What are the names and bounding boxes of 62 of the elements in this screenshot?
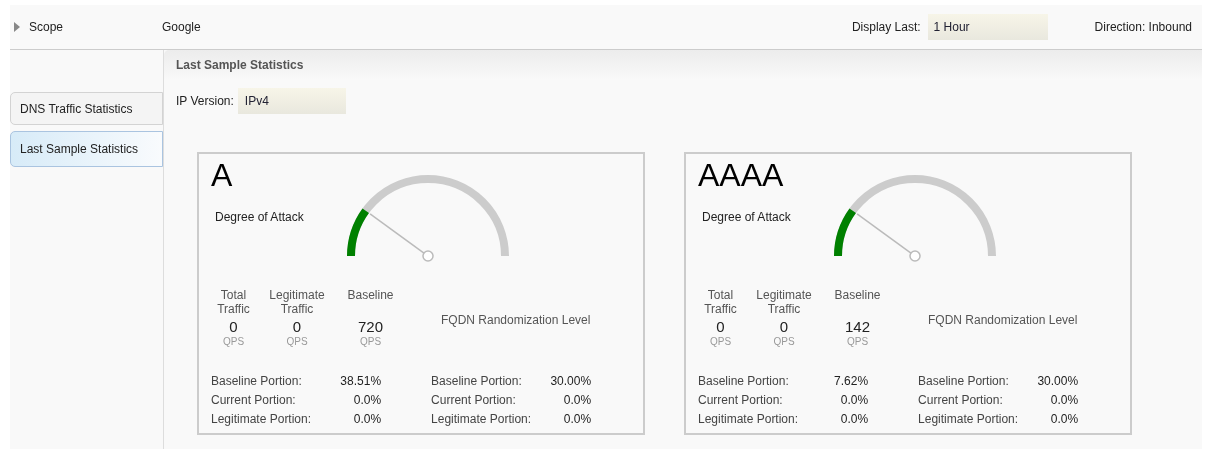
stat-unit: QPS — [286, 336, 308, 348]
stat-value: 142 — [845, 318, 870, 336]
stat-unit: QPS — [773, 336, 795, 348]
stat-label: Baseline — [833, 288, 882, 304]
stat-value: 0 — [229, 318, 238, 336]
portion-label: Legitimate Portion: — [211, 411, 312, 428]
display-last-label: Display Last: — [851, 19, 921, 36]
portion-value: 0.0% — [352, 411, 382, 428]
portion-label: Legitimate Portion: — [918, 411, 1019, 428]
portion-value: 38.51% — [339, 373, 382, 390]
record-type-title: A — [211, 156, 234, 194]
direction-label: Direction: Inbound — [1094, 19, 1192, 36]
stat-unit: QPS — [222, 336, 245, 348]
portion-value: 0.0% — [839, 392, 869, 409]
stat-unit: QPS — [846, 336, 869, 348]
portion-label: Baseline Portion: — [698, 373, 790, 390]
portion-label: Current Portion: — [211, 392, 297, 409]
portion-value: 0.0% — [1049, 392, 1079, 409]
portion-value: 7.62% — [833, 373, 869, 390]
display-last-dropdown[interactable]: 1 Hour — [927, 14, 1048, 40]
record-type-title: AAAA — [698, 156, 785, 194]
portion-label: Current Portion: — [431, 392, 517, 409]
portion-label: Baseline Portion: — [431, 373, 523, 390]
stat-label: Total Traffic — [216, 288, 251, 316]
stat-value: 720 — [358, 318, 383, 336]
portion-label: Current Portion: — [918, 392, 1004, 409]
stat-value: 0 — [716, 318, 725, 336]
fqdn-label: FQDN Randomization Level — [928, 312, 1078, 329]
portion-value: 0.0% — [839, 411, 869, 428]
portion-value: 0.0% — [562, 392, 592, 409]
gauge-needle — [856, 213, 921, 262]
degree-of-attack-label: Degree of Attack — [215, 209, 305, 226]
portion-label: Legitimate Portion: — [698, 411, 799, 428]
portion-value: 0.0% — [1049, 411, 1079, 428]
degree-of-attack-label: Degree of Attack — [702, 209, 792, 226]
ip-version-dropdown[interactable]: IPv4 — [237, 88, 346, 114]
stat-unit: QPS — [359, 336, 382, 348]
portion-label: Current Portion: — [698, 392, 784, 409]
portion-value: 0.0% — [352, 392, 382, 409]
side-tab[interactable]: Last Sample Statistics — [10, 131, 163, 167]
stat-value: 0 — [779, 318, 789, 336]
stat-label: Legitimate Traffic — [268, 288, 326, 316]
stat-label: Legitimate Traffic — [755, 288, 813, 316]
portion-label: Legitimate Portion: — [431, 411, 532, 428]
portion-label: Baseline Portion: — [918, 373, 1010, 390]
portion-value: 0.0% — [562, 411, 592, 428]
scope-value: Google — [162, 19, 202, 36]
ip-version-label: IP Version: — [176, 93, 234, 110]
stat-label: Total Traffic — [703, 288, 738, 316]
portion-label: Baseline Portion: — [211, 373, 303, 390]
portion-value: 30.00% — [1036, 373, 1079, 390]
gauge-fill — [834, 208, 857, 257]
expand-arrow-icon — [14, 22, 20, 32]
fqdn-label: FQDN Randomization Level — [441, 312, 591, 329]
gauge-needle — [369, 213, 434, 262]
portion-value: 30.00% — [549, 373, 592, 390]
stat-unit: QPS — [709, 336, 732, 348]
scope-toggle[interactable]: Scope — [14, 18, 162, 36]
stat-value: 0 — [292, 318, 302, 336]
side-tab[interactable]: DNS Traffic Statistics — [10, 92, 163, 125]
stat-label: Baseline — [346, 288, 395, 304]
gauge-fill — [347, 208, 370, 257]
